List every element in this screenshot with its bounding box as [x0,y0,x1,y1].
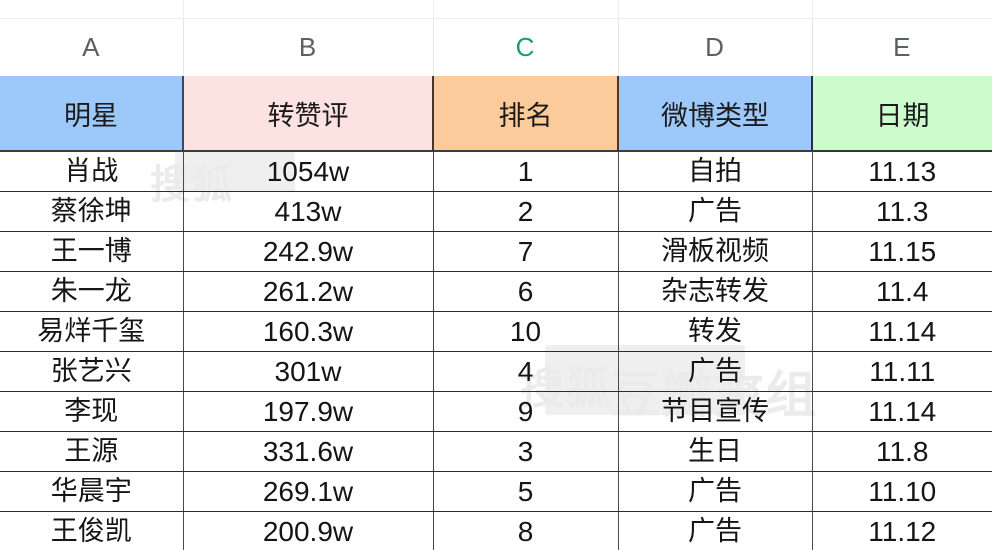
cell-date[interactable]: 11.4 [812,271,992,312]
header-cell-engagement[interactable]: 转赞评 [183,76,434,152]
cell-date[interactable]: 11.11 [812,351,992,392]
clipped-cell-b [183,0,434,19]
cell-rank[interactable]: 8 [433,511,619,550]
cell-star[interactable]: 华晨宇 [0,471,184,512]
cell-engagement[interactable]: 301w [183,351,434,392]
cell-rank[interactable]: 4 [433,351,619,392]
table-row[interactable]: 王源 331.6w 3 生日 11.8 [0,431,992,472]
cell-weibo-type[interactable]: 广告 [618,511,813,550]
cell-engagement[interactable]: 160.3w [183,311,434,352]
cell-engagement[interactable]: 242.9w [183,231,434,272]
cell-date[interactable]: 11.14 [812,391,992,432]
cell-star[interactable]: 李现 [0,391,184,432]
header-cell-rank[interactable]: 排名 [432,76,619,152]
cell-weibo-type[interactable]: 自拍 [618,151,813,192]
cell-weibo-type[interactable]: 杂志转发 [618,271,813,312]
table-row[interactable]: 张艺兴 301w 4 广告 11.11 [0,351,992,392]
table-row[interactable]: 朱一龙 261.2w 6 杂志转发 11.4 [0,271,992,312]
cell-rank[interactable]: 5 [433,471,619,512]
table-row[interactable]: 王俊凯 200.9w 8 广告 11.12 [0,511,992,550]
cell-rank[interactable]: 6 [433,271,619,312]
table-row[interactable]: 易烊千玺 160.3w 10 转发 11.14 [0,311,992,352]
cell-rank[interactable]: 9 [433,391,619,432]
cell-date[interactable]: 11.3 [812,191,992,232]
cell-star[interactable]: 肖战 [0,151,184,192]
cell-star[interactable]: 蔡徐坤 [0,191,184,232]
cell-weibo-type[interactable]: 转发 [618,311,813,352]
clipped-cell-d [618,0,813,19]
column-letter-e[interactable]: E [812,18,992,76]
cell-rank[interactable]: 2 [433,191,619,232]
cell-date[interactable]: 11.13 [812,151,992,192]
clipped-cell-c [433,0,619,19]
cell-engagement[interactable]: 197.9w [183,391,434,432]
column-letter-b[interactable]: B [183,18,434,76]
cell-weibo-type[interactable]: 节目宣传 [618,391,813,432]
table-row[interactable]: 肖战 1054w 1 自拍 11.13 [0,151,992,192]
header-cell-star[interactable]: 明星 [0,76,184,152]
cell-date[interactable]: 11.12 [812,512,992,550]
cell-engagement[interactable]: 413w [183,191,434,232]
cell-engagement[interactable]: 261.2w [183,271,434,312]
table-header-row: 明星 转赞评 排名 微博类型 日期 [0,76,992,152]
cell-engagement[interactable]: 331.6w [183,431,434,472]
cell-star[interactable]: 王俊凯 [0,511,184,550]
column-letter-d[interactable]: D [618,18,813,76]
table-row[interactable]: 王一博 242.9w 7 滑板视频 11.15 [0,231,992,272]
cell-star[interactable]: 易烊千玺 [0,311,184,352]
cell-weibo-type[interactable]: 广告 [618,191,813,232]
cell-star[interactable]: 王源 [0,431,184,472]
clipped-cell-a [0,0,184,19]
cell-date[interactable]: 11.8 [812,431,992,472]
cell-rank[interactable]: 1 [433,151,619,192]
table-row[interactable]: 华晨宇 269.1w 5 广告 11.10 [0,471,992,512]
cell-date[interactable]: 11.15 [812,231,992,272]
cell-weibo-type[interactable]: 生日 [618,431,813,472]
cell-weibo-type[interactable]: 滑板视频 [618,231,813,272]
cell-engagement[interactable]: 200.9w [183,511,434,550]
header-cell-date[interactable]: 日期 [812,76,992,152]
cell-star[interactable]: 朱一龙 [0,271,184,312]
table-row[interactable]: 蔡徐坤 413w 2 广告 11.3 [0,191,992,232]
cell-weibo-type[interactable]: 广告 [618,471,813,512]
clipped-cell-e [812,0,992,19]
cell-star[interactable]: 王一博 [0,231,184,272]
cell-rank[interactable]: 7 [433,231,619,272]
header-cell-weibo-type[interactable]: 微博类型 [618,76,813,152]
cell-engagement[interactable]: 269.1w [183,471,434,512]
cell-date[interactable]: 11.10 [812,471,992,512]
clipped-row-above [0,0,992,19]
cell-date[interactable]: 11.14 [812,311,992,352]
column-letter-a[interactable]: A [0,18,184,76]
table-row[interactable]: 李现 197.9w 9 节目宣传 11.14 [0,391,992,432]
column-letter-c[interactable]: C [433,18,619,76]
cell-weibo-type[interactable]: 广告 [618,351,813,392]
spreadsheet-canvas: 豆瓣爽组 豆瓣爽组 搜狐 搜狐 A B C [0,0,992,550]
cell-rank[interactable]: 10 [433,311,619,352]
column-letter-row: A B C D E [0,18,992,76]
data-grid: A B C D E 明星 转赞评 排名 微博类型 日期 肖战 1054w 1 自拍 11… [0,0,992,550]
cell-rank[interactable]: 3 [433,431,619,472]
cell-engagement[interactable]: 1054w [183,151,434,192]
cell-star[interactable]: 张艺兴 [0,351,184,392]
